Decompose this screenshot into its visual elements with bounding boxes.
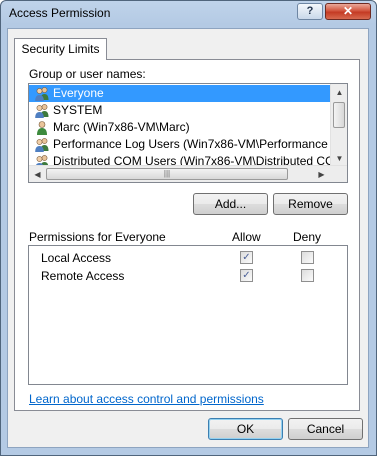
title-bar[interactable]: Access Permission ? ✕ (1, 1, 376, 25)
remote-access-allow-checkbox[interactable]: ✓ (240, 269, 253, 282)
vertical-scroll-thumb[interactable] (333, 102, 345, 128)
deny-column-header: Deny (293, 230, 322, 244)
list-item-performance-log-users[interactable]: Performance Log Users (Win7x86-VM\Perfor… (29, 136, 332, 153)
allow-column-header: Allow (232, 230, 261, 244)
permission-local-access: Local Access (41, 251, 112, 265)
cancel-button[interactable]: Cancel (288, 418, 363, 440)
list-item-marc[interactable]: Marc (Win7x86-VM\Marc) (29, 119, 332, 136)
remove-button[interactable]: Remove (273, 193, 348, 215)
group-icon (35, 87, 49, 101)
group-icon (35, 104, 49, 118)
scroll-right-icon[interactable]: ▶ (313, 166, 330, 182)
add-button[interactable]: Add... (193, 193, 268, 215)
permissions-table: Local Access ✓ Remote Access ✓ (28, 245, 348, 385)
group-names-label: Group or user names: (29, 67, 146, 81)
scroll-left-icon[interactable]: ◀ (29, 166, 46, 182)
local-access-allow-checkbox[interactable]: ✓ (240, 251, 253, 264)
group-icon (35, 138, 49, 152)
ok-button[interactable]: OK (208, 418, 283, 440)
list-item-label: SYSTEM (53, 103, 103, 117)
horizontal-scroll-thumb[interactable]: ||| (46, 168, 288, 180)
help-button[interactable]: ? (297, 3, 323, 20)
close-button[interactable]: ✕ (325, 3, 371, 20)
scroll-up-icon[interactable]: ▲ (331, 84, 347, 101)
user-listbox[interactable]: Everyone SYSTEM Marc (Win7x86-VM\Marc) P… (28, 83, 348, 183)
vertical-scrollbar[interactable]: ▲ ▼ (330, 84, 347, 167)
list-item-everyone[interactable]: Everyone (29, 85, 332, 102)
permissions-header: Permissions for Everyone (29, 230, 166, 244)
remote-access-deny-checkbox[interactable] (301, 269, 314, 282)
list-item-label: Everyone (53, 86, 104, 100)
window-title: Access Permission (9, 6, 111, 20)
list-item-label: Marc (Win7x86-VM\Marc) (53, 120, 190, 134)
local-access-deny-checkbox[interactable] (301, 251, 314, 264)
tab-security-limits[interactable]: Security Limits (14, 38, 107, 60)
permission-remote-access: Remote Access (41, 269, 125, 283)
horizontal-scrollbar[interactable]: ◀ ||| ▶ (29, 165, 347, 182)
user-icon (37, 121, 47, 135)
access-control-help-link[interactable]: Learn about access control and permissio… (29, 392, 264, 406)
list-item-label: Performance Log Users (Win7x86-VM\Perfor… (53, 137, 332, 151)
list-item-system[interactable]: SYSTEM (29, 102, 332, 119)
